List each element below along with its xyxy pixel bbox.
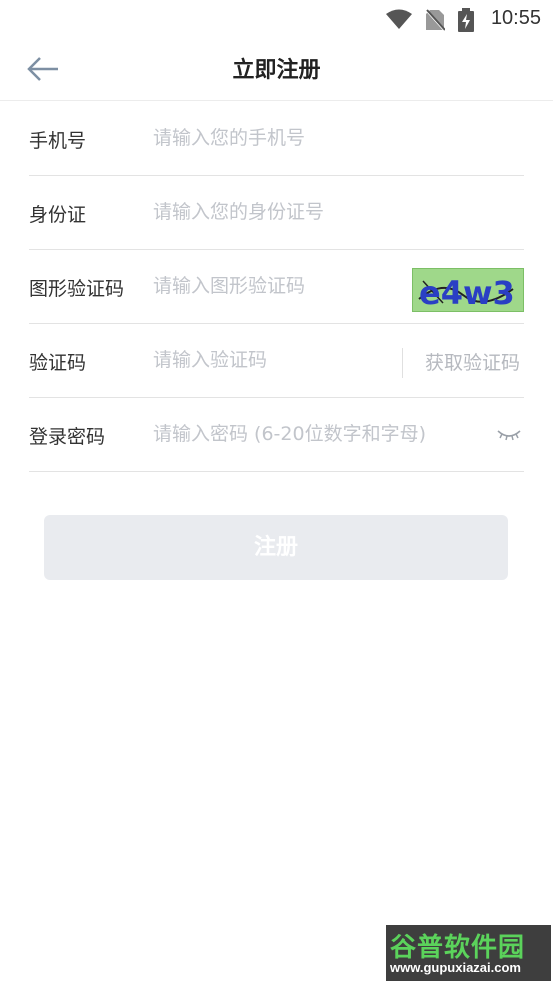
- app-header: 立即注册: [0, 38, 553, 101]
- sms-code-label: 验证码: [29, 352, 87, 374]
- captcha-label: 图形验证码: [29, 278, 125, 300]
- captcha-input[interactable]: [153, 272, 403, 300]
- watermark-title: 谷普软件园: [390, 933, 526, 963]
- battery-charging-icon: [458, 8, 474, 32]
- id-card-label: 身份证: [29, 204, 87, 226]
- captcha-row: 图形验证码 e4w3: [29, 250, 524, 324]
- status-time: 10:55: [490, 7, 541, 29]
- password-row: 登录密码: [29, 398, 524, 472]
- sms-code-row: 验证码 获取验证码: [29, 324, 524, 398]
- captcha-graphic: e4w3: [418, 274, 515, 312]
- wifi-icon: [386, 9, 412, 29]
- password-visibility-toggle[interactable]: [496, 424, 522, 444]
- watermark-url: www.gupuxiazai.com: [390, 960, 521, 975]
- page-title: 立即注册: [232, 58, 321, 83]
- sms-code-input[interactable]: [153, 346, 383, 374]
- captcha-image[interactable]: e4w3: [412, 268, 524, 312]
- id-card-row: 身份证: [29, 176, 524, 250]
- watermark-logo: 谷普软件园 www.gupuxiazai.com: [386, 925, 551, 981]
- id-card-input[interactable]: [153, 198, 518, 226]
- register-button[interactable]: 注册: [44, 515, 508, 580]
- captcha-text: e4w3: [419, 274, 515, 311]
- status-bar: 10:55: [0, 0, 553, 38]
- no-sim-icon: [425, 9, 445, 31]
- get-code-button[interactable]: 获取验证码: [425, 348, 520, 375]
- eye-closed-icon: [497, 430, 521, 441]
- phone-label: 手机号: [29, 130, 87, 152]
- password-input[interactable]: [153, 420, 488, 448]
- phone-input[interactable]: [153, 124, 518, 152]
- password-label: 登录密码: [29, 426, 106, 448]
- vertical-divider: [402, 348, 403, 378]
- phone-row: 手机号: [29, 102, 524, 176]
